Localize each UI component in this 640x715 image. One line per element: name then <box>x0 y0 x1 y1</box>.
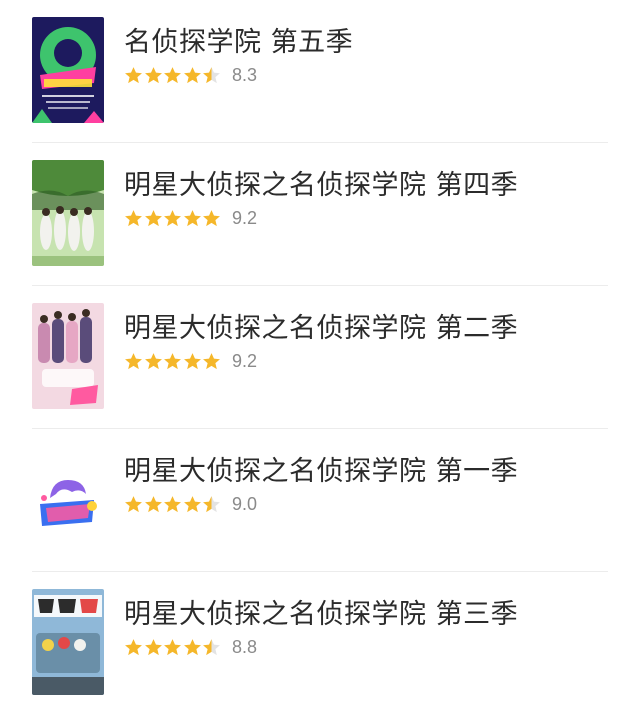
show-title[interactable]: 明星大侦探之名侦探学院 第二季 <box>124 306 518 345</box>
star-full-icon <box>124 209 143 228</box>
rating: 9.2 <box>124 349 257 373</box>
list-item[interactable]: 明星大侦探之名侦探学院 第一季 9.0 <box>0 429 640 572</box>
show-title[interactable]: 明星大侦探之名侦探学院 第四季 <box>124 163 518 202</box>
poster-image[interactable] <box>32 303 104 409</box>
show-list: 名侦探学院 第五季 8.3 明星大侦探之名侦探学院 第四季 9.2 明星大侦探之… <box>0 0 640 713</box>
poster-season-5 <box>32 17 104 123</box>
star-full-icon <box>163 66 182 85</box>
star-full-icon <box>163 495 182 514</box>
star-full-icon <box>144 66 163 85</box>
poster-image[interactable] <box>32 160 104 266</box>
poster-image[interactable] <box>32 446 104 552</box>
poster-season-3 <box>32 589 104 695</box>
star-rating <box>124 638 222 657</box>
star-full-icon <box>163 352 182 371</box>
show-title[interactable]: 名侦探学院 第五季 <box>124 20 353 59</box>
rating-score: 8.3 <box>231 64 257 85</box>
star-rating <box>124 209 222 228</box>
star-full-icon <box>124 495 143 514</box>
star-full-icon <box>202 352 221 371</box>
star-full-icon <box>124 638 143 657</box>
star-full-icon <box>144 495 163 514</box>
star-full-icon <box>124 66 143 85</box>
list-item[interactable]: 明星大侦探之名侦探学院 第四季 9.2 <box>0 143 640 286</box>
star-rating <box>124 352 222 371</box>
rating-score: 9.2 <box>231 350 257 371</box>
star-full-icon <box>183 66 202 85</box>
star-full-icon <box>183 638 202 657</box>
rating: 9.2 <box>124 206 257 230</box>
list-item[interactable]: 明星大侦探之名侦探学院 第三季 8.8 <box>0 572 640 715</box>
poster-season-4 <box>32 160 104 266</box>
rating-score: 9.2 <box>231 207 257 228</box>
star-full-icon <box>163 209 182 228</box>
star-full-icon <box>144 209 163 228</box>
star-half-icon <box>202 66 221 85</box>
list-item[interactable]: 名侦探学院 第五季 8.3 <box>0 0 640 143</box>
star-full-icon <box>124 352 143 371</box>
star-rating <box>124 66 222 85</box>
rating-score: 8.8 <box>231 636 257 657</box>
rating: 8.3 <box>124 63 257 87</box>
star-half-icon <box>202 638 221 657</box>
star-full-icon <box>183 352 202 371</box>
show-title[interactable]: 明星大侦探之名侦探学院 第一季 <box>124 449 518 488</box>
poster-season-1-logo <box>32 446 104 552</box>
star-full-icon <box>183 495 202 514</box>
poster-image[interactable] <box>32 17 104 123</box>
poster-image[interactable] <box>32 589 104 695</box>
star-rating <box>124 495 222 514</box>
star-full-icon <box>144 638 163 657</box>
star-full-icon <box>163 638 182 657</box>
star-full-icon <box>183 209 202 228</box>
show-title[interactable]: 明星大侦探之名侦探学院 第三季 <box>124 592 518 631</box>
rating-score: 9.0 <box>231 493 257 514</box>
poster-season-2 <box>32 303 104 409</box>
list-item[interactable]: 明星大侦探之名侦探学院 第二季 9.2 <box>0 286 640 429</box>
rating: 8.8 <box>124 635 257 659</box>
star-half-icon <box>202 495 221 514</box>
star-full-icon <box>144 352 163 371</box>
rating: 9.0 <box>124 492 257 516</box>
star-full-icon <box>202 209 221 228</box>
